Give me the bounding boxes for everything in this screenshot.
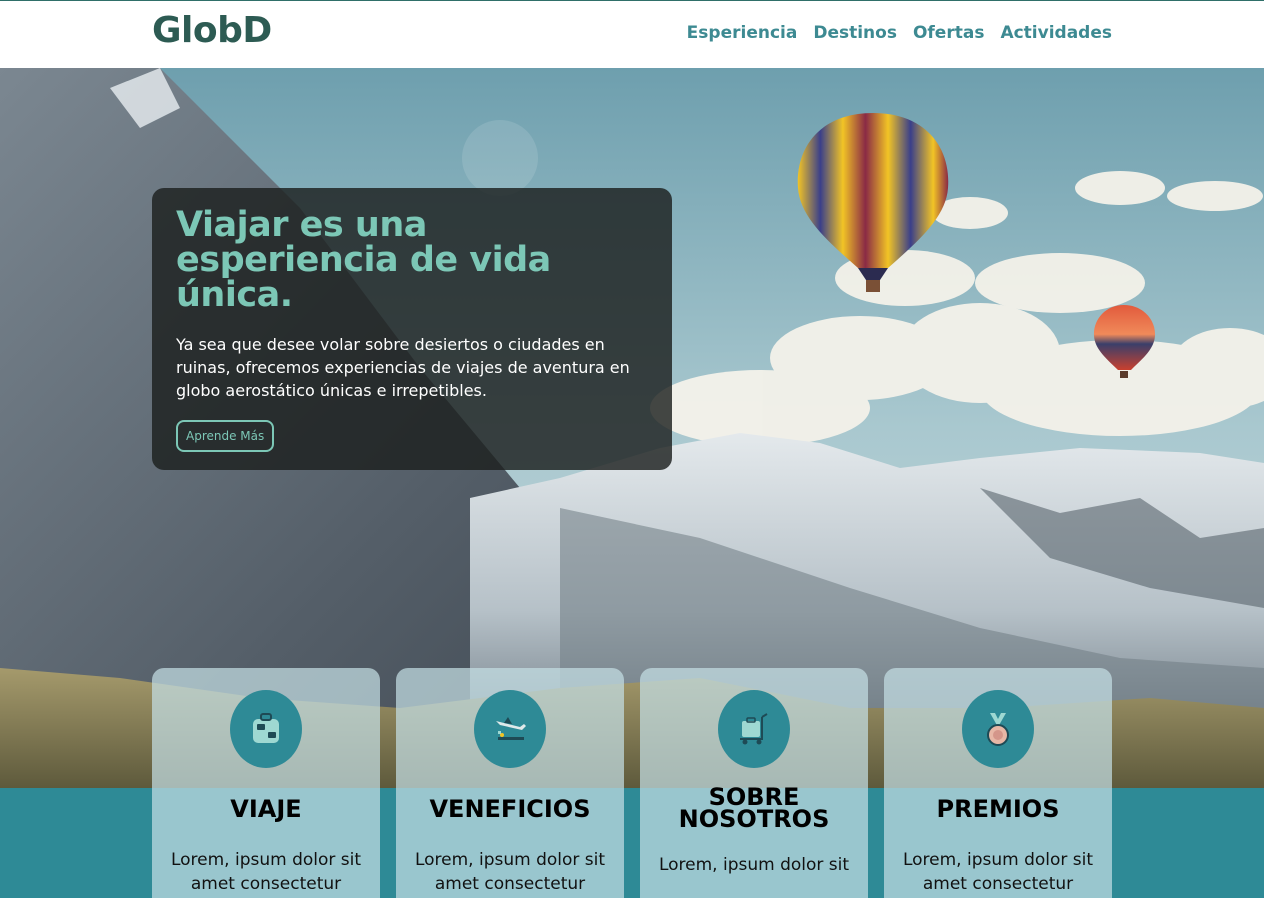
main-nav: Esperiencia Destinos Ofertas Actividades [687,23,1112,43]
feature-card-sobre-nosotros[interactable]: SOBRE NOSOTROS Lorem, ipsum dolor sit [640,668,868,898]
feature-card-text: Lorem, ipsum dolor sit amet consectetur [414,850,606,894]
nav-link-experiencia[interactable]: Esperiencia [687,23,798,43]
feature-card-title: SOBRE NOSOTROS [678,783,830,833]
airplane-landing-icon [474,690,546,768]
hero-card: Viajar es una esperiencia de vida única.… [152,188,672,470]
hero-description: Ya sea que desee volar sobre desiertos o… [176,335,630,400]
feature-card-text: Lorem, ipsum dolor sit [658,855,850,875]
feature-card-veneficios[interactable]: VENEFICIOS Lorem, ipsum dolor sit amet c… [396,668,624,898]
baggage-cart-icon [718,690,790,768]
learn-more-button[interactable]: Aprende Más [176,420,275,452]
hero-title: Viajar es una esperiencia de vida única. [176,205,551,315]
feature-card-title: VIAJE [230,795,302,823]
feature-card-title: PREMIOS [936,795,1060,823]
feature-card-title: VENEFICIOS [429,795,591,823]
nav-link-ofertas[interactable]: Ofertas [913,23,984,43]
feature-card-premios[interactable]: PREMIOS Lorem, ipsum dolor sit amet cons… [884,668,1112,898]
nav-link-destinos[interactable]: Destinos [813,23,897,43]
luggage-icon [230,690,302,768]
feature-card-viaje[interactable]: VIAJE Lorem, ipsum dolor sit amet consec… [152,668,380,898]
site-logo[interactable]: GlobD [152,10,272,51]
nav-link-actividades[interactable]: Actividades [1000,23,1112,43]
feature-card-text: Lorem, ipsum dolor sit amet consectetur [902,850,1094,894]
feature-cards: VIAJE Lorem, ipsum dolor sit amet consec… [152,668,1112,898]
feature-card-text: Lorem, ipsum dolor sit amet consectetur [170,850,362,894]
site-header: GlobD Esperiencia Destinos Ofertas Activ… [0,0,1264,68]
medal-icon [962,690,1034,768]
